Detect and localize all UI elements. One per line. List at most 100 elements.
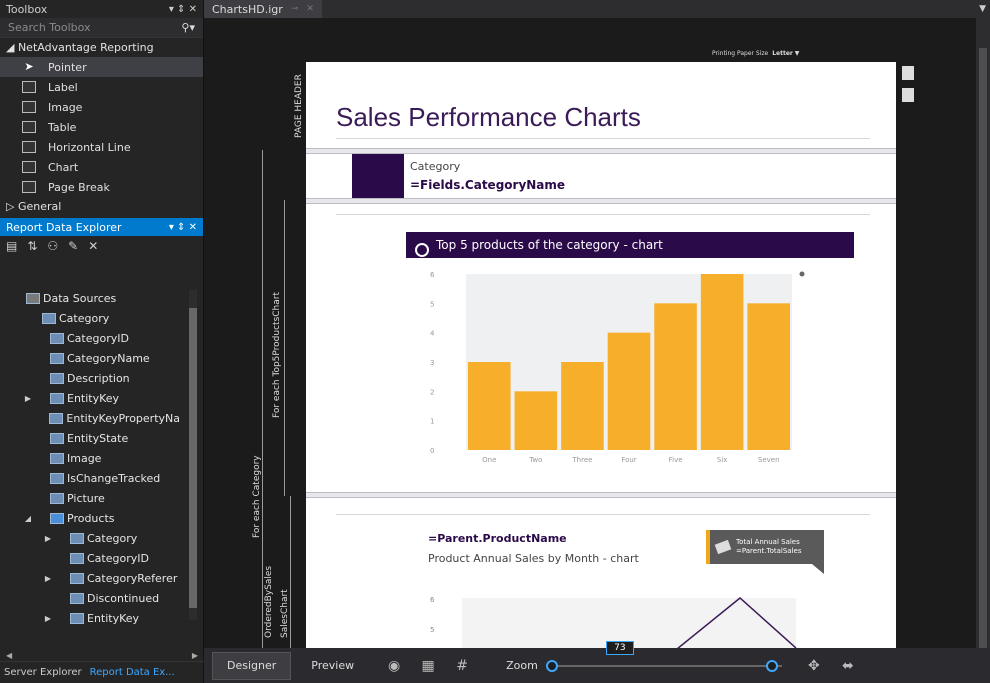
toolbox-window-controls[interactable]: ▾ ⇕ ✕ — [169, 4, 197, 15]
tree-node[interactable]: Image — [0, 448, 180, 468]
expand-toggle-icon[interactable]: ◢ — [22, 514, 34, 523]
x-tick-label: Four — [621, 456, 636, 464]
notes-icon[interactable] — [902, 88, 914, 102]
top5-chart-header[interactable]: Top 5 products of the category - chart — [406, 232, 854, 258]
field-icon — [70, 572, 84, 584]
rde-tree: Data Sources Category CategoryID CategoryNa… — [0, 288, 180, 628]
zoom-out-icon[interactable] — [545, 659, 558, 672]
category-color-box[interactable] — [352, 154, 404, 198]
tree-node[interactable]: IsChangeTracked — [0, 468, 180, 488]
grid-icon[interactable]: ▦ — [420, 658, 436, 674]
toolbox-item-table[interactable]: Table — [0, 117, 203, 137]
toolbox-group-general[interactable]: ▷ General — [0, 197, 203, 216]
tree-node[interactable]: CategoryName — [0, 348, 180, 368]
tab-server-explorer[interactable]: Server Explorer — [4, 667, 82, 678]
tree-node[interactable]: EntityKeyPropertyNa — [0, 408, 180, 428]
parameters-icon[interactable]: ⚇ — [47, 239, 58, 253]
fit-width-icon[interactable]: ⬌ — [840, 658, 856, 674]
tree-node[interactable]: ▶ EntityKey — [0, 608, 180, 628]
tree-node[interactable]: Category — [0, 308, 180, 328]
rde-scroll-thumb[interactable] — [189, 308, 197, 608]
paper-size-selector[interactable]: Printing Paper Size Letter ▼ — [712, 50, 799, 57]
annual-sales-line-chart[interactable]: 6 5 — [416, 588, 816, 648]
toolbox-item-page-break[interactable]: Page Break — [0, 177, 203, 197]
add-datasource-icon[interactable]: ▤ — [6, 239, 17, 253]
document-tab-strip: ChartsHD.igr ⊸ ✕ ▼ — [204, 0, 990, 18]
tree-node-label: EntityState — [67, 431, 129, 445]
tree-node[interactable]: Discontinued — [0, 588, 180, 608]
chart-handle-icon[interactable] — [799, 271, 805, 277]
chevron-down-icon[interactable]: ▼ — [979, 4, 986, 14]
rde-window-controls[interactable]: ▾ ⇕ ✕ — [169, 222, 197, 233]
canvas-vscroll[interactable] — [976, 18, 990, 648]
y-tick-label: 4 — [430, 330, 435, 338]
eye-icon[interactable]: ◉ — [386, 658, 402, 674]
tree-node[interactable]: ▶ CategoryReferer — [0, 568, 180, 588]
category-field[interactable]: =Fields.CategoryName — [410, 178, 565, 192]
toolbox-group-reporting[interactable]: ◢ NetAdvantage Reporting — [0, 38, 203, 57]
zoom-value[interactable]: 73 — [605, 640, 634, 655]
expand-toggle-icon[interactable]: ▶ — [22, 394, 34, 403]
toolbox-item-horizontal-line[interactable]: Horizontal Line — [0, 137, 203, 157]
band-separator-category[interactable] — [306, 198, 896, 204]
rde-toolbar: ▤ ⇅ ⚇ ✎ ✕ — [0, 236, 203, 256]
toolbox-item-image[interactable]: Image — [0, 97, 203, 117]
expand-toggle-icon[interactable]: ▶ — [42, 534, 54, 543]
rde-scrollbar[interactable] — [189, 290, 197, 620]
toolbox-item-pointer[interactable]: ➤ Pointer — [0, 57, 203, 77]
scroll-right-icon[interactable]: ▶ — [192, 651, 198, 660]
fit-page-icon[interactable]: ✥ — [806, 658, 822, 674]
expand-toggle-icon[interactable]: ▶ — [42, 614, 54, 623]
tree-node[interactable]: Picture — [0, 488, 180, 508]
search-icon[interactable]: ⚲▾ — [181, 21, 195, 34]
report-title[interactable]: Sales Performance Charts — [336, 102, 641, 133]
close-icon[interactable]: ✕ — [306, 4, 314, 14]
pointer-icon: ➤ — [24, 60, 34, 73]
tree-node[interactable]: EntityState — [0, 428, 180, 448]
preview-tab[interactable]: Preview — [297, 652, 368, 680]
for-each-category-label: For each Category — [252, 455, 262, 538]
annual-sales-chart-title[interactable]: Product Annual Sales by Month - chart — [428, 552, 639, 565]
delete-icon[interactable]: ✕ — [88, 239, 98, 253]
band-separator-products[interactable] — [306, 492, 896, 498]
toolbox-item-chart[interactable]: Chart — [0, 157, 203, 177]
expand-toggle-icon[interactable]: ▶ — [42, 574, 54, 583]
rde-title-bar[interactable]: Report Data Explorer ▾ ⇕ ✕ — [0, 218, 203, 236]
rde-title: Report Data Explorer — [6, 220, 122, 234]
category-label[interactable]: Category — [410, 160, 460, 173]
canvas-vscroll-thumb[interactable] — [979, 48, 987, 648]
tab-report-data-explorer[interactable]: Report Data Ex... — [90, 667, 175, 678]
sort-icon[interactable]: ⇅ — [27, 239, 37, 253]
tree-node[interactable]: ◢ Products — [0, 508, 180, 528]
toolbox-search-input[interactable]: Search Toolbox ⚲▾ — [0, 18, 203, 38]
designer-tab[interactable]: Designer — [212, 651, 292, 680]
products-divider — [336, 514, 870, 515]
tree-node[interactable]: Data Sources — [0, 288, 180, 308]
tab-chartshd[interactable]: ChartsHD.igr ⊸ ✕ — [204, 0, 322, 18]
zoom-in-icon[interactable] — [765, 659, 778, 672]
y-tick-label: 1 — [430, 418, 434, 426]
rde-hscroll[interactable]: ◀ ▶ — [0, 649, 204, 661]
tree-node[interactable]: ▶ EntityKey — [0, 388, 180, 408]
top5-bar-chart[interactable]: 0 1 2 3 4 5 6 One Two Three Four Five Six Seven — [416, 262, 816, 472]
zoom-slider[interactable]: 73 — [545, 640, 782, 672]
design-canvas: Printing Paper Size Letter ▼ PAGE HEADER … — [204, 18, 990, 648]
band-bracket-top5 — [284, 200, 285, 496]
total-annual-sales-callout[interactable]: Total Annual Sales =Parent.TotalSales — [706, 530, 824, 574]
y-tick-label: 2 — [430, 388, 434, 396]
snap-grid-icon[interactable]: # — [454, 658, 470, 674]
tree-node[interactable]: CategoryID — [0, 328, 180, 348]
pin-icon[interactable]: ⊸ — [291, 4, 299, 14]
report-page[interactable]: Sales Performance Charts Category =Field… — [306, 62, 896, 648]
toolbox-item-label[interactable]: Label — [0, 77, 203, 97]
tree-node[interactable]: CategoryID — [0, 548, 180, 568]
report-properties-icon[interactable] — [902, 66, 914, 80]
tree-node[interactable]: ▶ Category — [0, 528, 180, 548]
toolbox-title-bar[interactable]: Toolbox ▾ ⇕ ✕ — [0, 0, 203, 18]
edit-icon[interactable]: ✎ — [68, 239, 78, 253]
scroll-left-icon[interactable]: ◀ — [6, 651, 12, 660]
tree-node[interactable]: Description — [0, 368, 180, 388]
x-tick-label: Three — [571, 456, 592, 464]
band-bracket-category — [262, 150, 263, 648]
parent-product-field[interactable]: =Parent.ProductName — [428, 532, 567, 545]
